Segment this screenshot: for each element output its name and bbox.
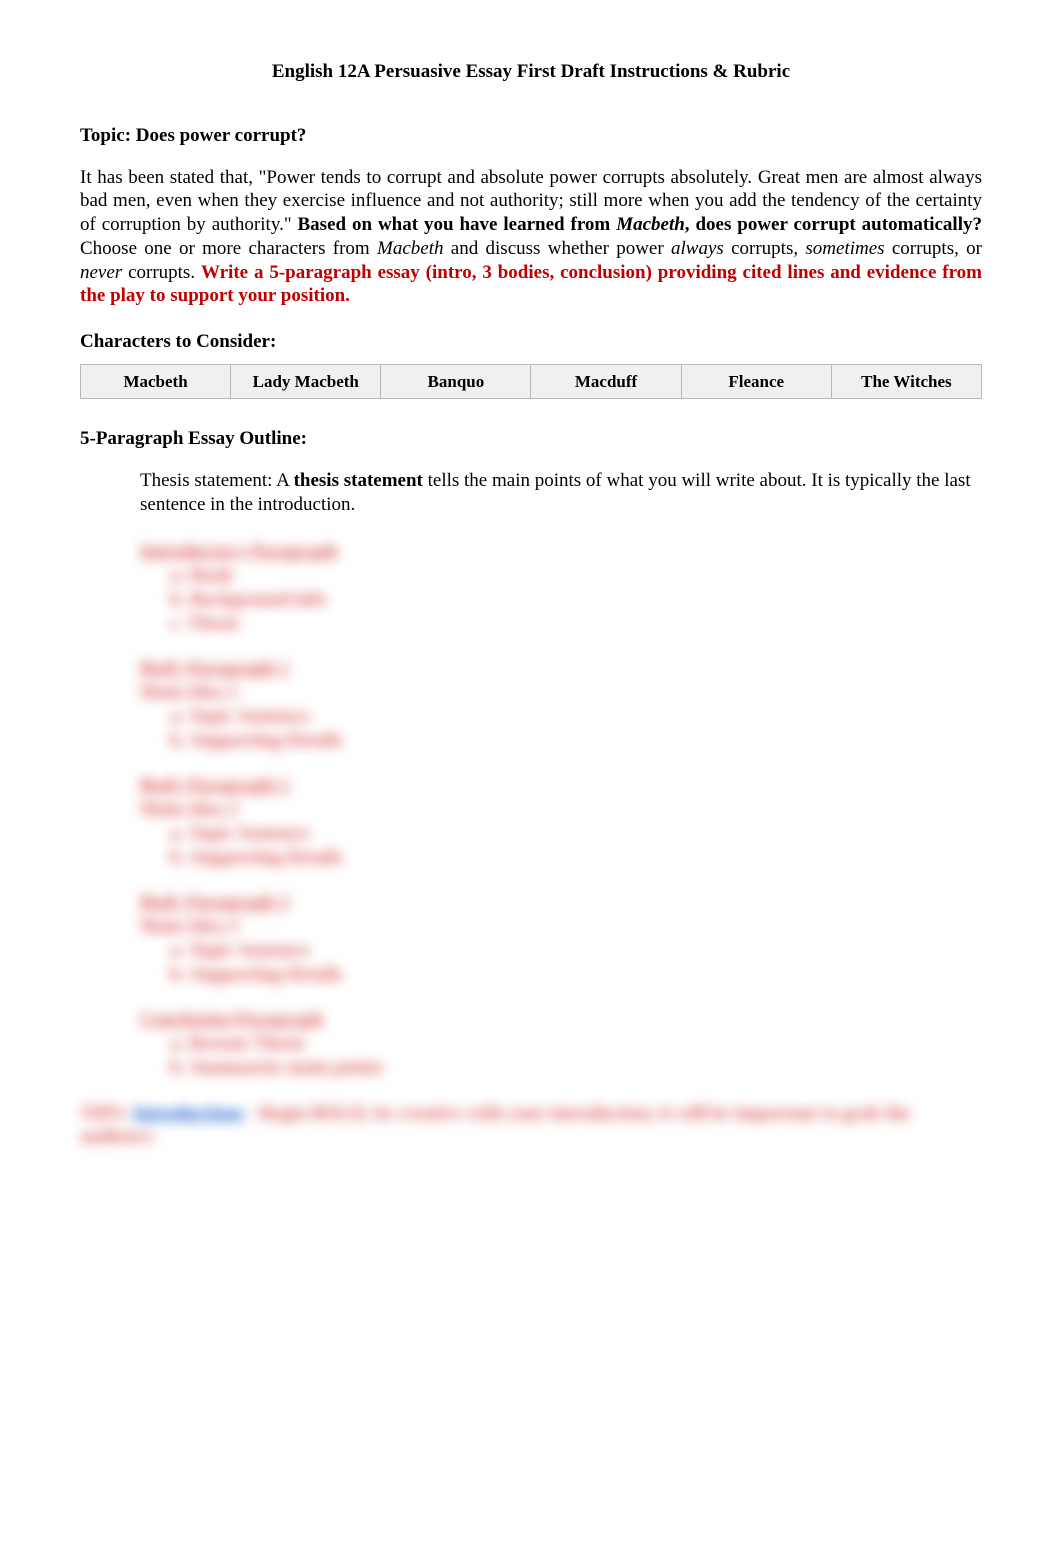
prompt-text: and discuss whether power (444, 238, 672, 259)
blurred-item: b. Summarize main points (170, 1056, 982, 1080)
outline-heading: 5-Paragraph Essay Outline: (80, 427, 982, 451)
blurred-item: a. Topic Sentence (170, 705, 982, 729)
prompt-italic: always (671, 238, 724, 259)
blurred-item: a. Topic Sentence (170, 939, 982, 963)
thesis-bold: thesis statement (294, 470, 423, 491)
blurred-item: b. Supporting Details (170, 729, 982, 753)
blurred-link: Introductions (133, 1103, 244, 1124)
blurred-item: b. Supporting Details (170, 846, 982, 870)
blurred-body3: Body Paragraph 3 Main Idea 3 a. Topic Se… (140, 891, 982, 986)
blurred-body2: Body Paragraph 2 Main Idea 2 a. Topic Se… (140, 774, 982, 869)
prompt-instruction: Write a 5-paragraph essay (intro, 3 bodi… (80, 262, 982, 307)
blurred-heading: Body Paragraph 3 (140, 891, 982, 915)
blurred-conclusion: Conclusion Paragraph a. Restate Thesis b… (140, 1008, 982, 1079)
prompt-italic: sometimes (805, 238, 884, 259)
blurred-heading: Body Paragraph 1 (140, 657, 982, 681)
blurred-heading: Introductory Paragraph (140, 540, 982, 564)
topic-heading: Topic: Does power corrupt? (80, 124, 982, 148)
table-row: Macbeth Lady Macbeth Banquo Macduff Flea… (81, 364, 982, 398)
character-cell: Macduff (531, 364, 681, 398)
blurred-item: a. Topic Sentence (170, 822, 982, 846)
prompt-text: corrupts. (122, 262, 201, 283)
character-cell: The Witches (831, 364, 981, 398)
blurred-intro: Introductory Paragraph a. Hook b. Backgr… (140, 540, 982, 635)
blurred-item: b. Background info (170, 588, 982, 612)
prompt-italic: never (80, 262, 122, 283)
character-cell: Fleance (681, 364, 831, 398)
blurred-subheading: Main Idea 2 (140, 798, 982, 822)
prompt-text: corrupts, (724, 238, 806, 259)
thesis-paragraph: Thesis statement: A thesis statement tel… (140, 469, 982, 517)
blurred-heading: Conclusion Paragraph (140, 1008, 982, 1032)
character-cell: Banquo (381, 364, 531, 398)
prompt-macbeth: Macbeth (616, 214, 685, 235)
character-cell: Lady Macbeth (231, 364, 381, 398)
character-cell: Macbeth (81, 364, 231, 398)
blurred-item: a. Restate Thesis (170, 1032, 982, 1056)
blurred-subheading: Main Idea 1 (140, 681, 982, 705)
characters-heading: Characters to Consider: (80, 330, 982, 354)
blurred-item: a. Hook (170, 564, 982, 588)
prompt-italic: Macbeth (377, 238, 443, 259)
blurred-content: Introductory Paragraph a. Hook b. Backgr… (140, 540, 982, 1149)
blurred-tips: TIPS: (80, 1103, 133, 1124)
prompt-paragraph: It has been stated that, "Power tends to… (80, 166, 982, 309)
prompt-text: corrupts, or (885, 238, 982, 259)
blurred-item: c. Thesis (170, 612, 982, 636)
blurred-item: b. Supporting Details (170, 963, 982, 987)
blurred-heading: Body Paragraph 2 (140, 774, 982, 798)
prompt-bold: , does power corrupt automatically? (685, 214, 982, 235)
blurred-footer: TIPS: Introductions - Begin BOLD, be cre… (80, 1102, 982, 1150)
characters-table: Macbeth Lady Macbeth Banquo Macduff Flea… (80, 364, 982, 399)
prompt-text: Choose one or more characters from (80, 238, 377, 259)
page-title: English 12A Persuasive Essay First Draft… (80, 60, 982, 84)
thesis-text: Thesis statement: A (140, 470, 294, 491)
blurred-body1: Body Paragraph 1 Main Idea 1 a. Topic Se… (140, 657, 982, 752)
blurred-subheading: Main Idea 3 (140, 915, 982, 939)
prompt-bold: Based on what you have learned from (298, 214, 617, 235)
